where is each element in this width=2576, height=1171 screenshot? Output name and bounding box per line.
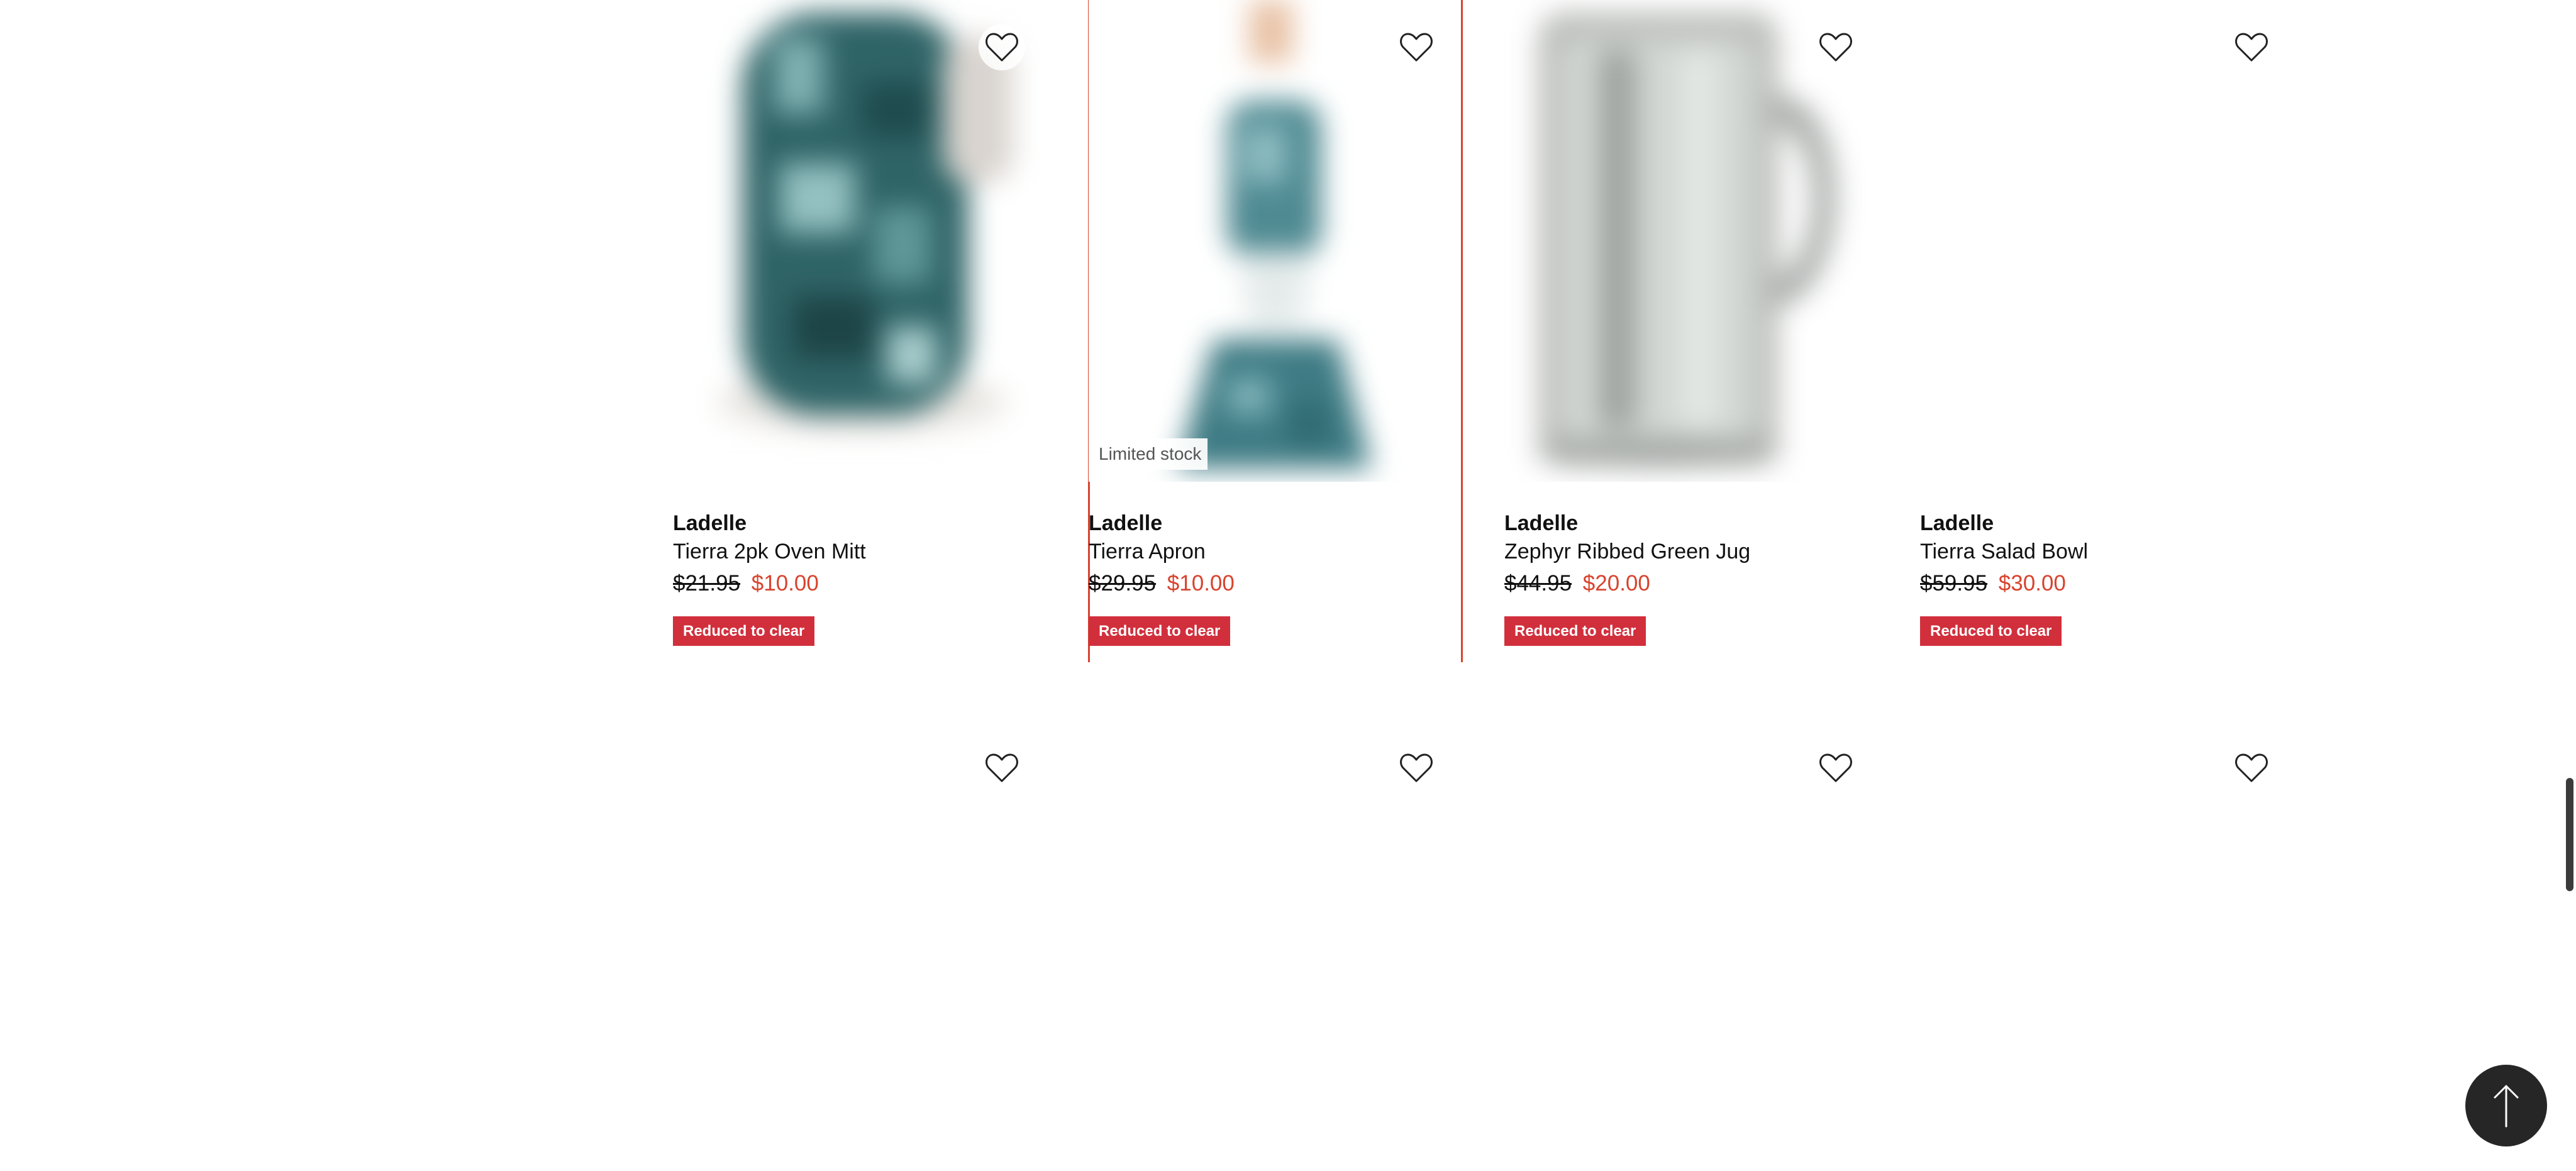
sale-price: $30.00	[1998, 571, 2066, 596]
product-card-apron[interactable]: Limited stock Ladelle Tierra Apron $29.9…	[1088, 0, 1463, 662]
promo-badge: Reduced to clear	[1089, 616, 1231, 646]
wishlist-button[interactable]	[1393, 24, 1440, 70]
product-brand: Ladelle	[1089, 511, 1163, 535]
wishlist-button[interactable]	[979, 24, 1025, 70]
wishlist-button[interactable]	[979, 745, 1025, 791]
wishlist-button[interactable]	[2228, 24, 2275, 70]
heart-outline-icon	[1819, 753, 1852, 782]
product-name[interactable]: Tierra Apron	[1089, 537, 1462, 566]
heart-outline-icon	[1400, 33, 1433, 62]
product-brand: Ladelle	[1920, 511, 1994, 535]
was-price: $29.95	[1089, 571, 1157, 596]
product-image-salad-bowl[interactable]	[1920, 0, 2294, 482]
price-row: $59.95 $30.00	[1920, 569, 2294, 599]
wishlist-button[interactable]	[1813, 745, 1859, 791]
product-info: Ladelle Tierra Salad Bowl $59.95 $30.00 …	[1920, 509, 2294, 646]
product-info: Ladelle Tierra 2pk Oven Mitt $21.95 $10.…	[673, 509, 1046, 646]
product-image-apron[interactable]: Limited stock	[1089, 0, 1462, 482]
arrow-up-icon	[2494, 1085, 2519, 1128]
product-card-salad-bowl[interactable]: Ladelle Tierra Salad Bowl $59.95 $30.00 …	[1920, 0, 2294, 646]
heart-outline-icon	[1400, 753, 1433, 782]
sale-price: $10.00	[1167, 571, 1235, 596]
product-name[interactable]: Tierra Salad Bowl	[1920, 537, 2294, 566]
sale-price: $20.00	[1582, 571, 1650, 596]
product-card-oven-mitt[interactable]: Ladelle Tierra 2pk Oven Mitt $21.95 $10.…	[673, 0, 1046, 646]
price-row: $21.95 $10.00	[673, 569, 1046, 599]
price-row: $29.95 $10.00	[1089, 569, 1462, 599]
was-price: $59.95	[1920, 571, 1988, 596]
heart-outline-icon	[985, 753, 1018, 782]
wishlist-button[interactable]	[1813, 24, 1859, 70]
heart-outline-icon	[2235, 33, 2268, 62]
scrollbar-thumb[interactable]	[2566, 778, 2573, 891]
product-image-oven-mitt[interactable]	[673, 0, 1046, 482]
price-row: $44.95 $20.00	[1504, 569, 1878, 599]
was-price: $21.95	[673, 571, 741, 596]
product-image-jug[interactable]	[1504, 0, 1878, 482]
heart-outline-icon	[2235, 753, 2268, 782]
wishlist-button[interactable]	[2228, 745, 2275, 791]
back-to-top-button[interactable]	[2465, 1065, 2547, 1146]
promo-badge: Reduced to clear	[673, 616, 815, 646]
heart-outline-icon	[1819, 33, 1852, 62]
wishlist-button[interactable]	[1393, 745, 1440, 791]
product-name[interactable]: Zephyr Ribbed Green Jug	[1504, 537, 1878, 566]
product-info: Ladelle Tierra Apron $29.95 $10.00 Reduc…	[1089, 509, 1462, 646]
stock-badge: Limited stock	[1092, 438, 1208, 470]
sale-price: $10.00	[751, 571, 819, 596]
heart-outline-icon	[985, 33, 1018, 62]
product-name[interactable]: Tierra 2pk Oven Mitt	[673, 537, 1046, 566]
product-listing-page: Ladelle Tierra 2pk Oven Mitt $21.95 $10.…	[0, 0, 2576, 1171]
was-price: $44.95	[1504, 571, 1572, 596]
promo-badge: Reduced to clear	[1920, 616, 2062, 646]
product-brand: Ladelle	[1504, 511, 1579, 535]
product-card-jug[interactable]: Ladelle Zephyr Ribbed Green Jug $44.95 $…	[1504, 0, 1878, 646]
product-brand: Ladelle	[673, 511, 747, 535]
promo-badge: Reduced to clear	[1504, 616, 1646, 646]
product-info: Ladelle Zephyr Ribbed Green Jug $44.95 $…	[1504, 509, 1878, 646]
